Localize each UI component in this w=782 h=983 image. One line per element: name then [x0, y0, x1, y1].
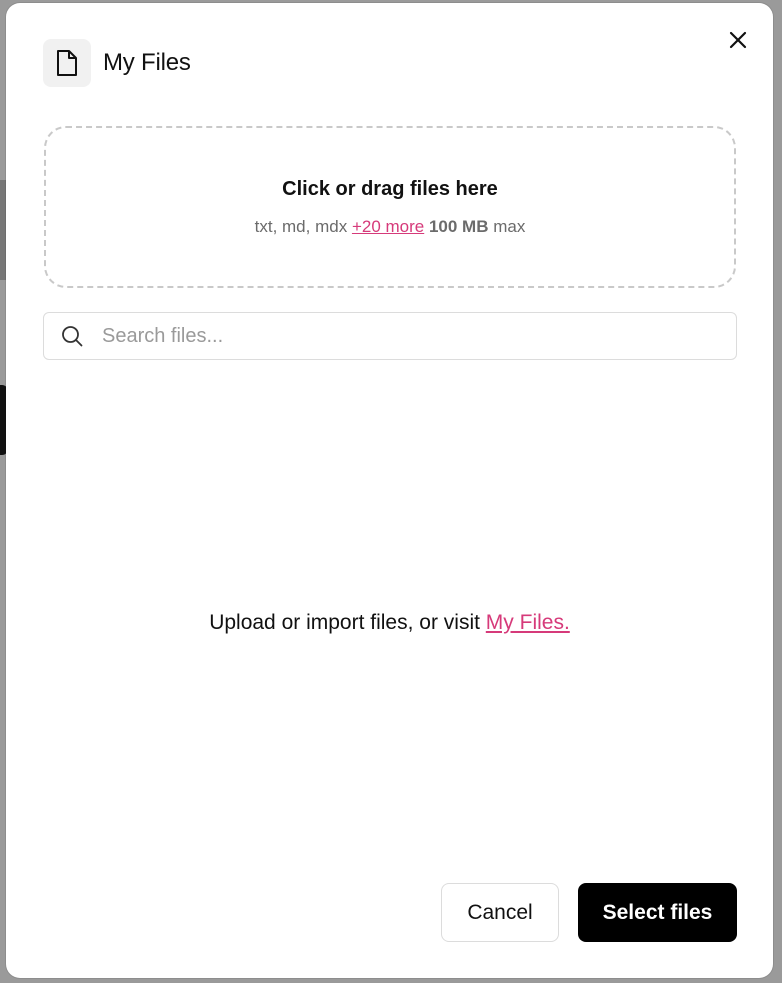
search-bar: [43, 312, 737, 360]
close-icon: [729, 31, 747, 49]
select-files-button[interactable]: Select files: [578, 883, 737, 942]
dropzone-max-size: 100 MB: [428, 217, 489, 236]
modal-title: My Files: [103, 49, 191, 76]
modal-header: My Files: [43, 39, 191, 87]
dropzone-subtitle: txt, md, mdx +20 more 100 MB max: [46, 217, 734, 237]
empty-state-message: Upload or import files, or visit My File…: [6, 611, 773, 635]
dropzone-file-types: txt, md, mdx: [254, 217, 348, 236]
empty-state-text: Upload or import files, or visit: [209, 611, 480, 634]
dropzone-size-suffix: max: [493, 217, 526, 236]
more-types-link[interactable]: +20 more: [352, 217, 424, 236]
close-button[interactable]: [725, 27, 751, 53]
file-dropzone[interactable]: Click or drag files here txt, md, mdx +2…: [44, 126, 736, 288]
my-files-modal: My Files Click or drag files here txt, m…: [6, 3, 773, 978]
my-files-link[interactable]: My Files.: [486, 611, 570, 634]
dropzone-title: Click or drag files here: [282, 178, 498, 200]
search-input[interactable]: [100, 323, 736, 349]
cancel-button[interactable]: Cancel: [441, 883, 559, 942]
file-icon: [43, 39, 91, 87]
search-icon: [44, 325, 100, 347]
